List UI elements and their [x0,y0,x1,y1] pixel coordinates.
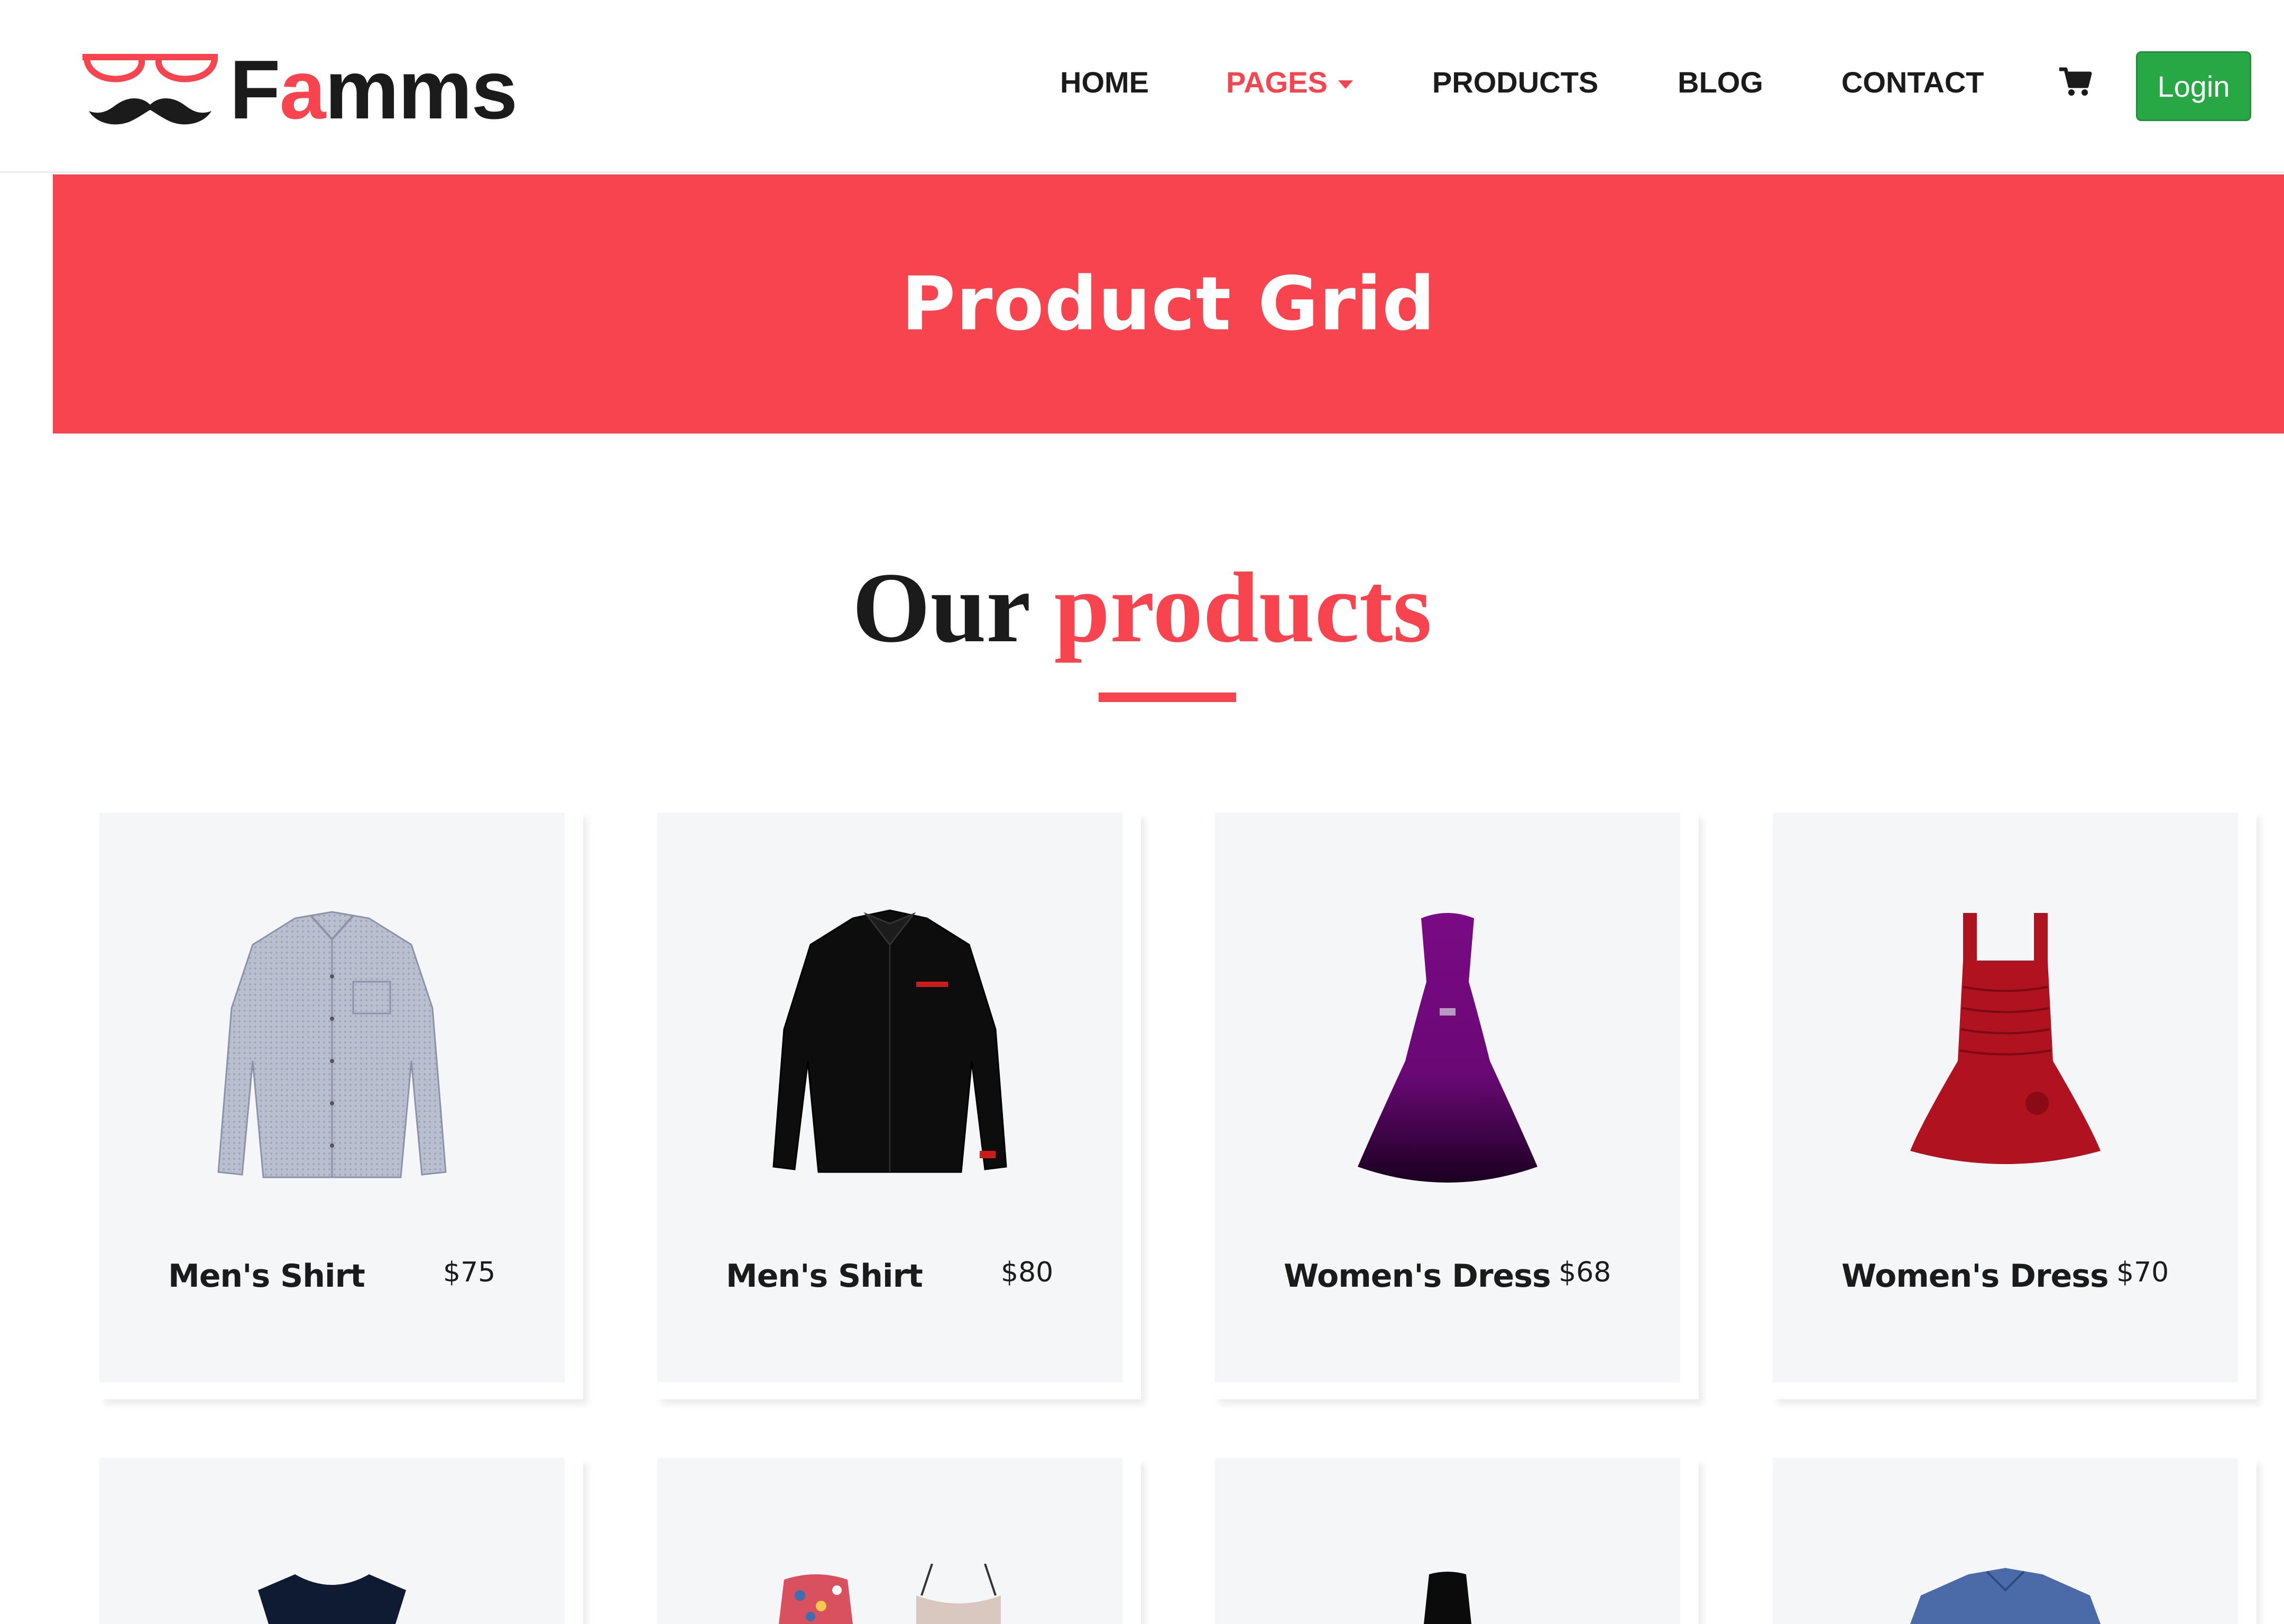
banner-title: Product Grid [901,261,1436,347]
nav-pages-label: PAGES [1226,65,1328,99]
product-card[interactable]: Women's Dress $70 [1773,813,2257,1399]
product-name[interactable]: Men's Shirt [168,1258,365,1295]
logo-text-accent: a [279,43,326,136]
light-shirt-image [99,902,565,1198]
site-header: Famms HOME PAGES PRODUCTS BLOG CONTACT L… [0,0,2284,173]
nav-home[interactable]: HOME [1060,65,1149,99]
product-card[interactable]: Women's Dress $68 [1215,813,1699,1399]
logo-wordmark: Famms [229,48,518,132]
product-name[interactable]: Women's Dress [1284,1258,1551,1295]
product-name[interactable]: Women's Dress [1841,1258,2109,1295]
product-card[interactable] [1773,1458,2257,1624]
glasses-mustache-icon [82,54,218,125]
login-button[interactable]: Login [2136,51,2251,121]
red-dress-image [1773,902,2238,1198]
nav-blog[interactable]: BLOG [1678,65,1763,99]
nav-contact[interactable]: CONTACT [1841,65,1984,99]
product-price: $75 [443,1257,496,1288]
floral-top-image [657,1564,1122,1624]
heading-our: Our [852,552,1029,663]
caret-down-icon [1338,80,1353,89]
product-price: $70 [2116,1257,2169,1288]
nav-products[interactable]: PRODUCTS [1432,65,1598,99]
nav-pages[interactable]: PAGES [1226,65,1353,99]
product-card[interactable]: Men's Shirt $75 [99,813,583,1399]
product-card[interactable] [657,1458,1141,1624]
product-price: $68 [1559,1257,1611,1288]
section-heading: Our products [0,558,2284,658]
cart-icon[interactable] [2058,66,2092,98]
blue-shirt-image [1773,1564,2238,1624]
navy-top-image [99,1564,565,1624]
heading-underline [1099,693,1236,702]
page-banner: Product Grid [53,174,2284,433]
product-card[interactable]: Men's Shirt $80 [657,813,1141,1399]
product-card[interactable] [1215,1458,1699,1624]
black-dress-image [1215,1564,1680,1624]
purple-gown-image [1215,902,1680,1198]
main-nav: HOME PAGES PRODUCTS BLOG CONTACT [1060,58,2092,106]
famms-logo[interactable]: Famms [79,45,518,135]
heading-products: products [1054,552,1432,663]
product-name[interactable]: Men's Shirt [726,1258,923,1295]
black-shirt-image [657,902,1122,1198]
product-price: $80 [1001,1257,1054,1288]
logo-text-start: F [229,43,281,136]
logo-text-end: mms [325,43,518,136]
product-card[interactable] [99,1458,583,1624]
